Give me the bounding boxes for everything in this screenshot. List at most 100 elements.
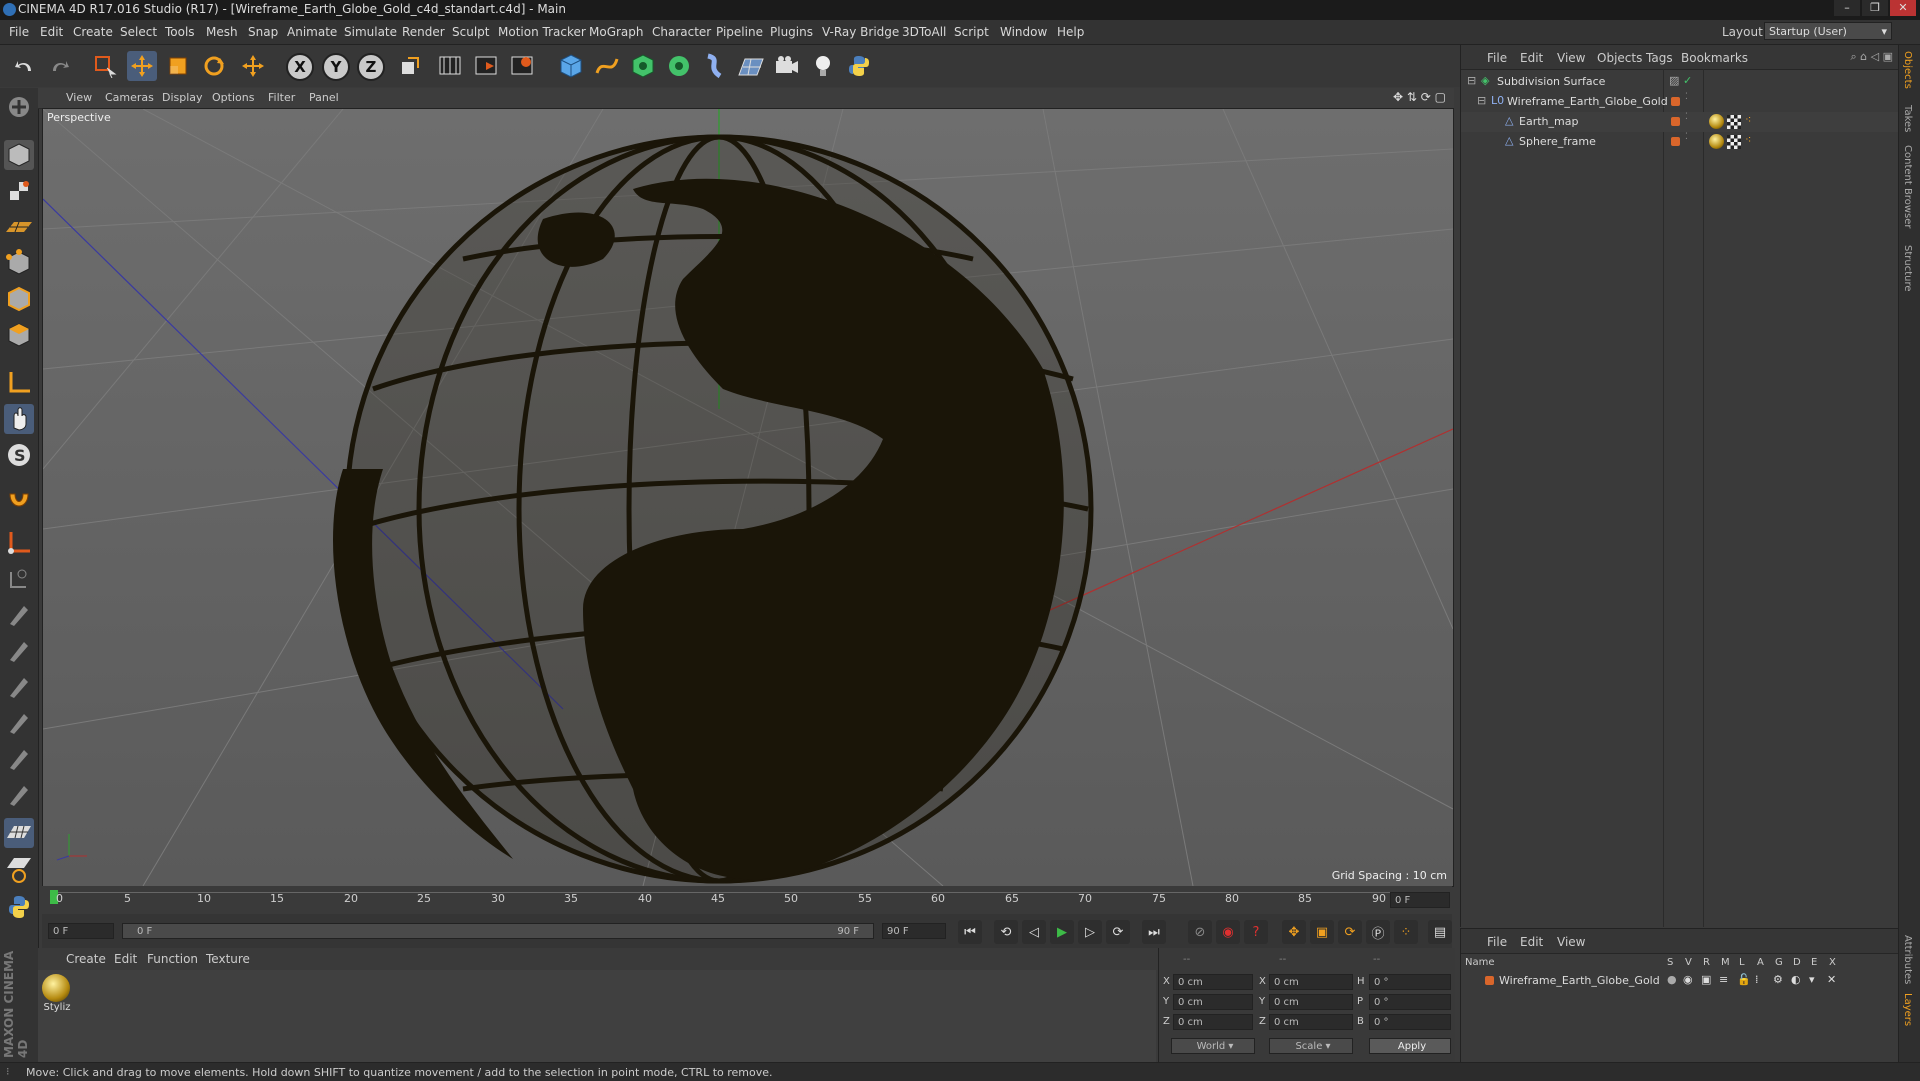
gold-material-tag-icon[interactable]: [1709, 134, 1724, 149]
phong-tag-icon[interactable]: ⁖: [1745, 133, 1751, 146]
brush-r-icon[interactable]: [4, 636, 34, 666]
next-key-icon[interactable]: ⟳: [1106, 920, 1130, 944]
objects-menu-objects[interactable]: Objects: [1597, 51, 1642, 65]
move-tool-icon[interactable]: [127, 51, 157, 81]
rotation-h-field[interactable]: 0 °: [1369, 974, 1451, 990]
layer-render-icon[interactable]: ▣: [1701, 973, 1711, 986]
texture-tag-icon[interactable]: [1727, 115, 1741, 129]
objects-menu-bookmarks[interactable]: Bookmarks: [1681, 51, 1748, 65]
go-to-end-icon[interactable]: ⏭: [1142, 920, 1166, 944]
play-forward-icon[interactable]: ▶: [1050, 920, 1074, 944]
make-editable-icon[interactable]: [4, 92, 34, 122]
layers-menu-view[interactable]: View: [1557, 935, 1585, 949]
viewport-menu-options[interactable]: Options: [212, 91, 254, 104]
key-parameter-icon[interactable]: Ⓟ: [1366, 920, 1390, 944]
layer-generator-icon[interactable]: ⚙: [1773, 973, 1783, 986]
coordinate-system-icon[interactable]: [395, 51, 425, 81]
key-rotation-icon[interactable]: ⟳: [1338, 920, 1362, 944]
next-frame-icon[interactable]: ▷: [1078, 920, 1102, 944]
menu-mesh[interactable]: Mesh: [206, 25, 238, 39]
z-axis-lock-button[interactable]: Z: [357, 53, 385, 81]
collapse-toggle-icon[interactable]: ⊟: [1467, 74, 1476, 87]
texture-tag-icon[interactable]: [1727, 135, 1741, 149]
polygons-mode-icon[interactable]: [4, 320, 34, 350]
current-frame-field[interactable]: 0 F: [1390, 892, 1450, 908]
magnet-icon[interactable]: [4, 486, 34, 516]
menu-animate[interactable]: Animate: [287, 25, 337, 39]
menu-file[interactable]: File: [9, 25, 29, 39]
tab-structure[interactable]: Structure: [1902, 245, 1913, 292]
end-frame-field[interactable]: 90 F: [882, 923, 946, 939]
position-z-field[interactable]: 0 cm: [1173, 1014, 1253, 1030]
menu-sculpt[interactable]: Sculpt: [452, 25, 489, 39]
menu-create[interactable]: Create: [73, 25, 113, 39]
maximize-button[interactable]: ❐: [1862, 0, 1888, 16]
record-keys-icon[interactable]: ⊘: [1188, 920, 1212, 944]
snap-icon[interactable]: S: [4, 440, 34, 470]
tab-content-browser[interactable]: Content Browser: [1902, 145, 1913, 228]
frame-range-slider[interactable]: 0 F 90 F: [122, 923, 874, 939]
layer-manager-icon[interactable]: ≡: [1719, 973, 1728, 986]
menu-character[interactable]: Character: [652, 25, 711, 39]
workplane-axis-icon[interactable]: [4, 528, 34, 558]
coordinate-system-select[interactable]: World ▾: [1171, 1038, 1255, 1054]
menu-window[interactable]: Window: [1000, 25, 1047, 39]
layer-color-icon[interactable]: [1671, 97, 1680, 106]
texture-workplane-icon[interactable]: [4, 854, 34, 884]
size-z-field[interactable]: 0 cm: [1269, 1014, 1353, 1030]
render-settings-icon[interactable]: [508, 51, 538, 81]
start-frame-field[interactable]: 0 F: [48, 923, 114, 939]
search-icon[interactable]: ⌕ ⌂ ◁ ▣: [1851, 50, 1894, 64]
redo-icon[interactable]: [44, 51, 74, 81]
size-mode-select[interactable]: Scale ▾: [1269, 1038, 1353, 1054]
menu-script[interactable]: Script: [954, 25, 989, 39]
timeline-ruler[interactable]: 0 5 10 15 20 25 30 35 40 45 50 55 60 65 …: [42, 886, 1452, 914]
python-icon[interactable]: [4, 892, 34, 922]
python-script-icon[interactable]: [844, 51, 874, 81]
objects-menu-tags[interactable]: Tags: [1646, 51, 1673, 65]
layer-row[interactable]: Wireframe_Earth_Globe_Gold ● ◉ ▣ ≡ 🔓 ⁞ ⚙…: [1461, 973, 1899, 989]
rotation-b-field[interactable]: 0 °: [1369, 1014, 1451, 1030]
deformer-icon[interactable]: [700, 51, 730, 81]
menu-3dtoall[interactable]: 3DToAll: [902, 25, 946, 39]
viewport-menu-view[interactable]: View: [66, 91, 92, 104]
viewport-camera-label[interactable]: Perspective: [47, 111, 111, 124]
phong-tag-icon[interactable]: ⁖: [1745, 113, 1751, 126]
close-button[interactable]: ✕: [1890, 0, 1916, 16]
object-row-subdivision-surface[interactable]: ⊟ ◈ Subdivision Surface ▨ ✓: [1461, 72, 1899, 92]
material-menu-texture[interactable]: Texture: [206, 952, 250, 966]
light-icon[interactable]: [808, 51, 838, 81]
edges-mode-icon[interactable]: [4, 284, 34, 314]
object-row-sphere-frame[interactable]: △ Sphere_frame ⁚ ⁖: [1461, 132, 1899, 152]
tab-layers[interactable]: Layers: [1902, 993, 1913, 1026]
menu-plugins[interactable]: Plugins: [770, 25, 813, 39]
menu-render[interactable]: Render: [402, 25, 445, 39]
previous-frame-icon[interactable]: ◁: [1022, 920, 1046, 944]
tab-takes[interactable]: Takes: [1902, 105, 1913, 132]
menu-simulate[interactable]: Simulate: [344, 25, 397, 39]
brush-spin-icon[interactable]: [4, 744, 34, 774]
layer-color-icon[interactable]: [1671, 137, 1680, 146]
objects-menu-view[interactable]: View: [1557, 51, 1585, 65]
texture-mode-icon[interactable]: [4, 176, 34, 206]
layer-view-eye-icon[interactable]: ◉: [1683, 973, 1693, 986]
key-pla-icon[interactable]: ⁘: [1394, 920, 1418, 944]
previous-key-icon[interactable]: ⟲: [994, 920, 1018, 944]
floor-scene-icon[interactable]: [736, 51, 766, 81]
collapse-toggle-icon[interactable]: ⊟: [1477, 94, 1486, 107]
key-scale-icon[interactable]: ▣: [1310, 920, 1334, 944]
live-selection-icon[interactable]: [90, 51, 120, 81]
material-menu-create[interactable]: Create: [66, 952, 106, 966]
lock-workplane-icon[interactable]: [4, 564, 34, 594]
go-to-start-icon[interactable]: ⏮: [958, 920, 982, 944]
object-row-wireframe-earth-globe-gold[interactable]: ⊟ L0 Wireframe_Earth_Globe_Gold ⁚: [1461, 92, 1899, 112]
key-position-icon[interactable]: ✥: [1282, 920, 1306, 944]
menu-pipeline[interactable]: Pipeline: [716, 25, 763, 39]
menu-motion-tracker[interactable]: Motion Tracker: [498, 25, 586, 39]
material-menu-function[interactable]: Function: [147, 952, 198, 966]
layer-color-icon[interactable]: [1485, 976, 1494, 985]
camera-icon[interactable]: [772, 51, 802, 81]
nurbs-generator-icon[interactable]: [628, 51, 658, 81]
layer-color-icon[interactable]: [1671, 117, 1680, 126]
axis-mode-icon[interactable]: [4, 368, 34, 398]
